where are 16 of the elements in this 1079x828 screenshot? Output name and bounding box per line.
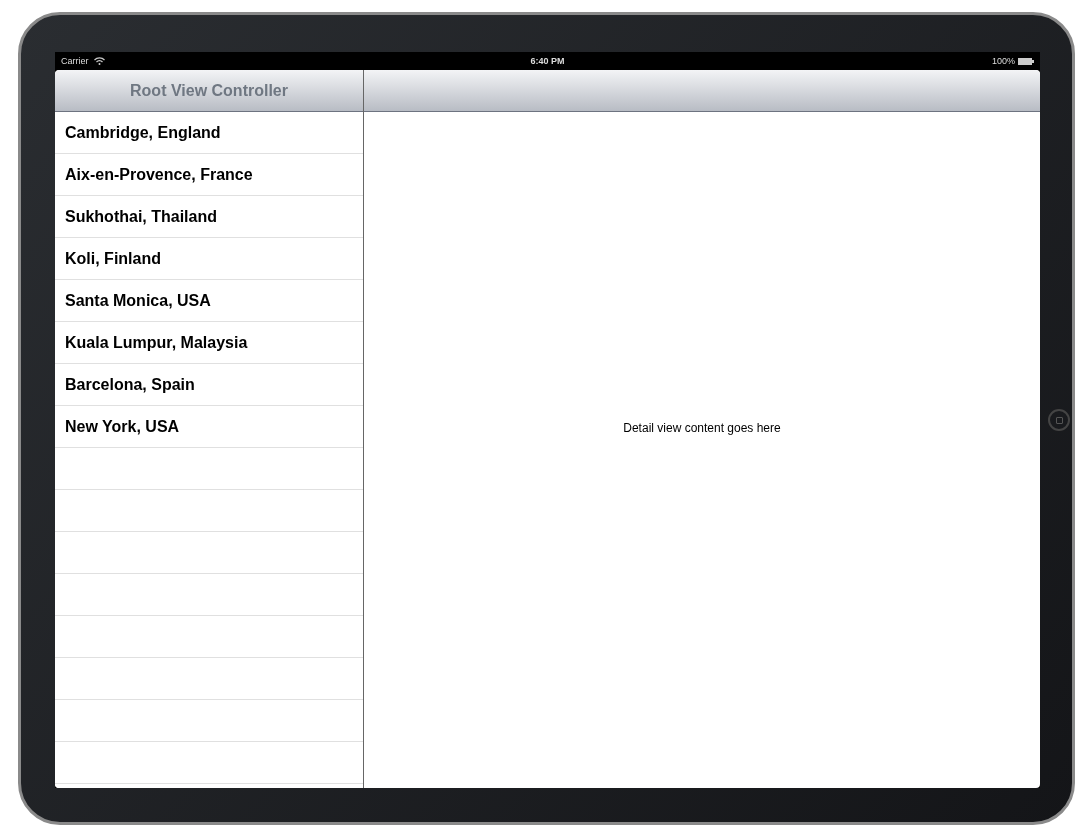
list-item[interactable]: Barcelona, Spain [65, 376, 195, 394]
list-item[interactable]: New York, USA [65, 418, 180, 436]
list-item[interactable]: Aix-en-Provence, France [65, 166, 253, 184]
navigation-title: Root View Controller [130, 81, 288, 100]
wifi-icon [93, 57, 105, 65]
list-item[interactable]: Sukhothai, Thailand [65, 208, 217, 226]
list-item[interactable]: Kuala Lumpur, Malaysia [65, 334, 248, 352]
battery-percent: 100% [992, 56, 1015, 66]
home-button[interactable] [1048, 409, 1070, 431]
carrier-label: Carrier [61, 56, 89, 66]
list-item[interactable]: Koli, Finland [65, 250, 161, 268]
clock-time: 6:40 PM [530, 56, 565, 66]
list-item[interactable]: Cambridge, England [65, 124, 221, 142]
battery-icon [1018, 57, 1034, 65]
detail-text: Detail view content goes here [623, 421, 781, 435]
list-item[interactable]: Santa Monica, USA [65, 292, 211, 310]
